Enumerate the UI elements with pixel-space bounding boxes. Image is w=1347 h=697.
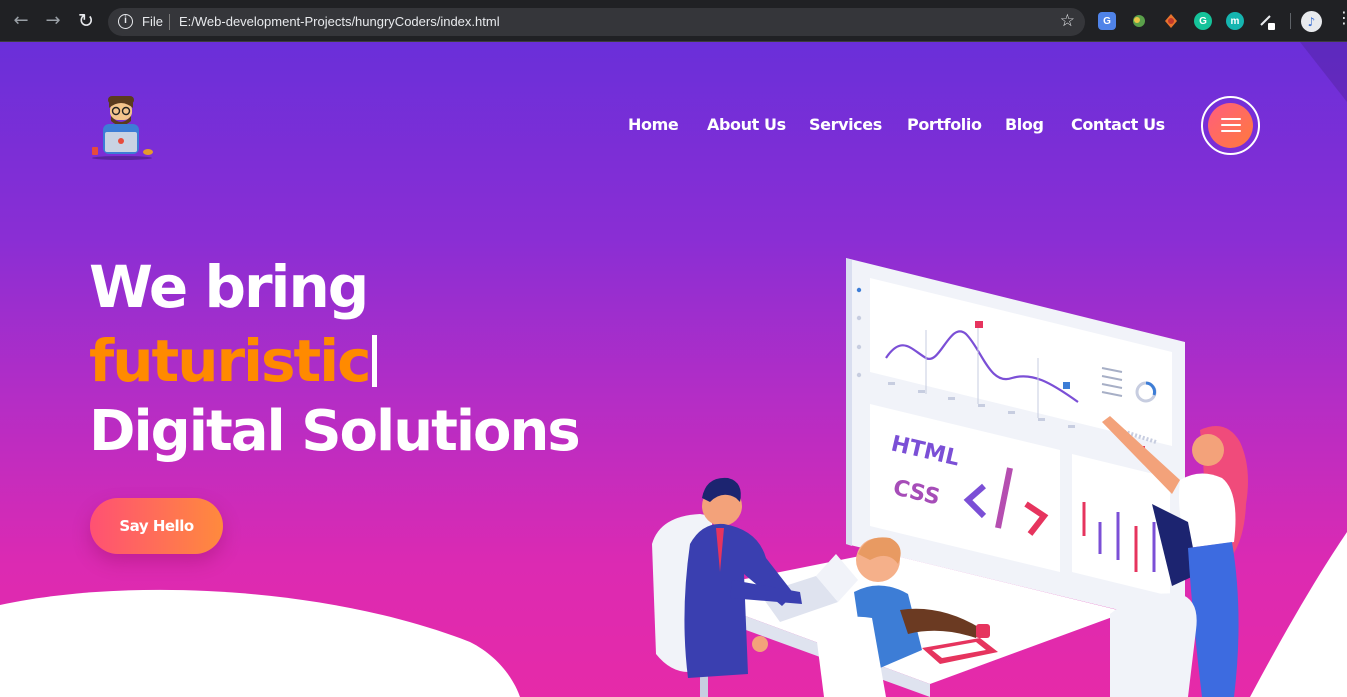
extension-icon[interactable] [1162,12,1180,30]
hero-heading-line-2: futuristic [89,332,377,390]
hero-section: Home About Us Services Portfolio Blog Co… [0,42,1347,697]
nav-home[interactable]: Home [628,115,679,134]
nav-portfolio[interactable]: Portfolio [907,115,982,134]
hamburger-menu-button[interactable] [1201,96,1260,155]
url-text[interactable]: E:/Web-development-Projects/hungryCoders… [179,14,500,29]
extension-m-icon[interactable]: m [1226,12,1244,30]
reload-icon[interactable]: ↻ [75,10,97,32]
nav-contact-us[interactable]: Contact Us [1071,115,1165,134]
forward-arrow-icon[interactable]: → [42,10,64,32]
grammarly-icon[interactable]: G [1194,12,1212,30]
typing-caret [371,335,377,387]
address-bar[interactable]: i File E:/Web-development-Projects/hungr… [108,8,1085,36]
hero-heading-line-1: We bring [89,253,369,321]
star-icon[interactable]: ☆ [1060,11,1075,31]
info-icon[interactable]: i [118,14,133,29]
browser-toolbar: ← → ↻ i File E:/Web-development-Projects… [0,0,1347,42]
toolbar-divider [1290,13,1291,29]
say-hello-button[interactable]: Say Hello [90,498,223,554]
address-divider [169,14,170,30]
site-logo[interactable] [88,94,156,162]
hero-illustration: HTML CSS [652,258,1248,697]
back-arrow-icon[interactable]: ← [10,10,32,32]
extension-icon[interactable] [1130,12,1148,30]
google-translate-icon[interactable]: G [1098,12,1116,30]
hamburger-icon [1208,103,1253,148]
pen-icon[interactable] [1258,12,1276,30]
nav-services[interactable]: Services [809,115,882,134]
nav-blog[interactable]: Blog [1005,115,1044,134]
kebab-menu-icon[interactable]: ⋮ [1336,10,1347,26]
hero-heading-line-3: Digital Solutions [89,399,581,464]
scheme-label: File [142,14,163,29]
nav-about-us[interactable]: About Us [707,115,786,134]
typed-word: futuristic [89,327,372,395]
profile-avatar[interactable]: ♪ [1301,11,1322,32]
